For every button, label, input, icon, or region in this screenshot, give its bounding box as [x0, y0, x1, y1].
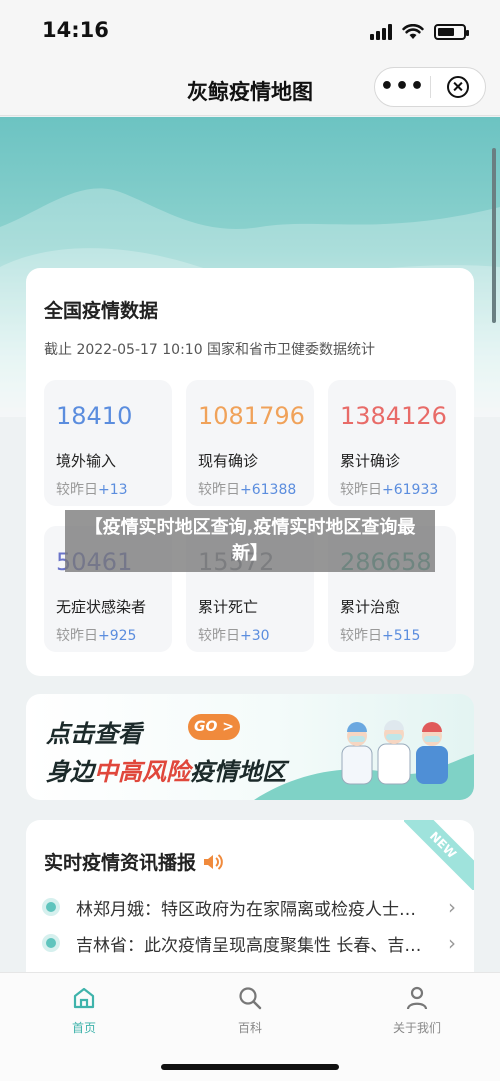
new-badge-text: NEW — [404, 820, 474, 890]
status-bar: 14:16 — [0, 0, 500, 64]
go-button[interactable]: GO > — [188, 714, 240, 740]
compare-prefix: 较昨日 — [198, 628, 240, 644]
person-icon — [406, 986, 428, 1010]
stat-delta: +13 — [98, 482, 128, 498]
new-badge: NEW — [404, 820, 474, 890]
search-icon — [239, 987, 262, 1010]
compare-prefix: 较昨日 — [56, 628, 98, 644]
national-stats-card: 全国疫情数据 截止 2022-05-17 10:10 国家和省市卫健委数据统计 … — [26, 268, 474, 676]
speaker-icon — [204, 853, 223, 870]
home-icon — [73, 987, 95, 1009]
stat-value: 1081796 — [198, 402, 305, 430]
tab-home[interactable]: 首页 — [44, 985, 124, 1036]
stats-title: 全国疫情数据 — [44, 300, 159, 322]
overlay-caption: 【疫情实时地区查询,疫情实时地区查询最新】 — [65, 510, 435, 572]
stat-value: 1384126 — [340, 402, 447, 430]
stat-compare: 较昨日+61933 — [340, 479, 438, 499]
banner-line1: 点击查看 — [46, 720, 142, 748]
stat-value: 18410 — [56, 402, 133, 430]
stat-compare: 较昨日+61388 — [198, 479, 296, 499]
chevron-right-icon: › — [448, 895, 456, 919]
bullet-dot-icon — [46, 902, 56, 912]
banner-line2-suffix: 疫情地区 — [190, 758, 286, 786]
news-item-text: 林郑月娥：特区政府为在家隔离或检疫人士提供支援 — [76, 899, 432, 920]
tab-about-label: 关于我们 — [392, 1021, 441, 1035]
stat-delta: +30 — [240, 628, 270, 644]
banner-line2-highlight: 中高风险 — [94, 758, 190, 786]
signal-icon — [370, 24, 392, 40]
news-item[interactable]: 吉林省：此次疫情呈现高度聚集性 长春、吉林两市 › — [46, 930, 456, 956]
tab-about[interactable]: 关于我们 — [377, 985, 457, 1036]
stat-compare: 较昨日+13 — [56, 479, 128, 499]
news-title-text: 实时疫情资讯播报 — [44, 852, 197, 874]
news-title: 实时疫情资讯播报 — [44, 848, 224, 875]
stat-delta: +515 — [382, 628, 421, 644]
compare-prefix: 较昨日 — [198, 482, 240, 498]
compare-prefix: 较昨日 — [340, 628, 382, 644]
more-dots-icon[interactable]: ••• — [375, 76, 430, 98]
compare-prefix: 较昨日 — [340, 482, 382, 498]
home-indicator — [161, 1064, 339, 1070]
tab-encyclopedia[interactable]: 百科 — [210, 985, 290, 1036]
stat-label: 境外输入 — [56, 452, 117, 470]
wifi-icon — [402, 24, 424, 39]
battery-icon — [434, 24, 469, 40]
nav-bar: 灰鲸疫情地图 ••• — [0, 64, 500, 116]
banner-line2-prefix: 身边 — [46, 758, 94, 786]
status-icons — [370, 24, 469, 40]
stat-label: 现有确诊 — [198, 452, 259, 470]
tab-encyclopedia-label: 百科 — [237, 1021, 262, 1035]
stat-tile: 18410 境外输入较昨日+13 — [44, 380, 172, 506]
doctors-illustration — [341, 720, 448, 785]
scrollbar[interactable] — [492, 148, 496, 323]
stat-label: 累计确诊 — [340, 452, 401, 470]
bullet-dot-icon — [46, 938, 56, 948]
stat-compare: 较昨日+515 — [340, 625, 420, 645]
mini-program-capsule: ••• — [374, 67, 486, 107]
stat-compare: 较昨日+30 — [198, 625, 270, 645]
news-item-text: 吉林省：此次疫情呈现高度聚集性 长春、吉林两市 — [76, 935, 432, 956]
risk-area-banner[interactable]: 点击查看 GO > 身边中高风险疫情地区 — [26, 694, 474, 800]
stat-delta: +61388 — [240, 482, 297, 498]
stat-label: 累计死亡 — [198, 598, 259, 616]
banner-line2: 身边中高风险疫情地区 — [46, 752, 286, 787]
stat-label: 无症状感染者 — [56, 598, 147, 616]
close-circle-icon — [447, 76, 469, 98]
tab-home-label: 首页 — [71, 1021, 96, 1035]
stat-delta: +61933 — [382, 482, 439, 498]
compare-prefix: 较昨日 — [56, 482, 98, 498]
stat-delta: +925 — [98, 628, 137, 644]
stat-compare: 较昨日+925 — [56, 625, 136, 645]
close-button[interactable] — [431, 76, 485, 98]
stat-label: 累计治愈 — [340, 598, 401, 616]
news-item[interactable]: 林郑月娥：特区政府为在家隔离或检疫人士提供支援 › — [46, 894, 456, 920]
chevron-right-icon: › — [448, 931, 456, 955]
stat-tile: 1384126 累计确诊较昨日+61933 — [328, 380, 456, 506]
stats-subtitle: 截止 2022-05-17 10:10 国家和省市卫健委数据统计 — [44, 342, 376, 358]
status-time: 14:16 — [42, 18, 109, 42]
stat-tile: 1081796 现有确诊较昨日+61388 — [186, 380, 314, 506]
